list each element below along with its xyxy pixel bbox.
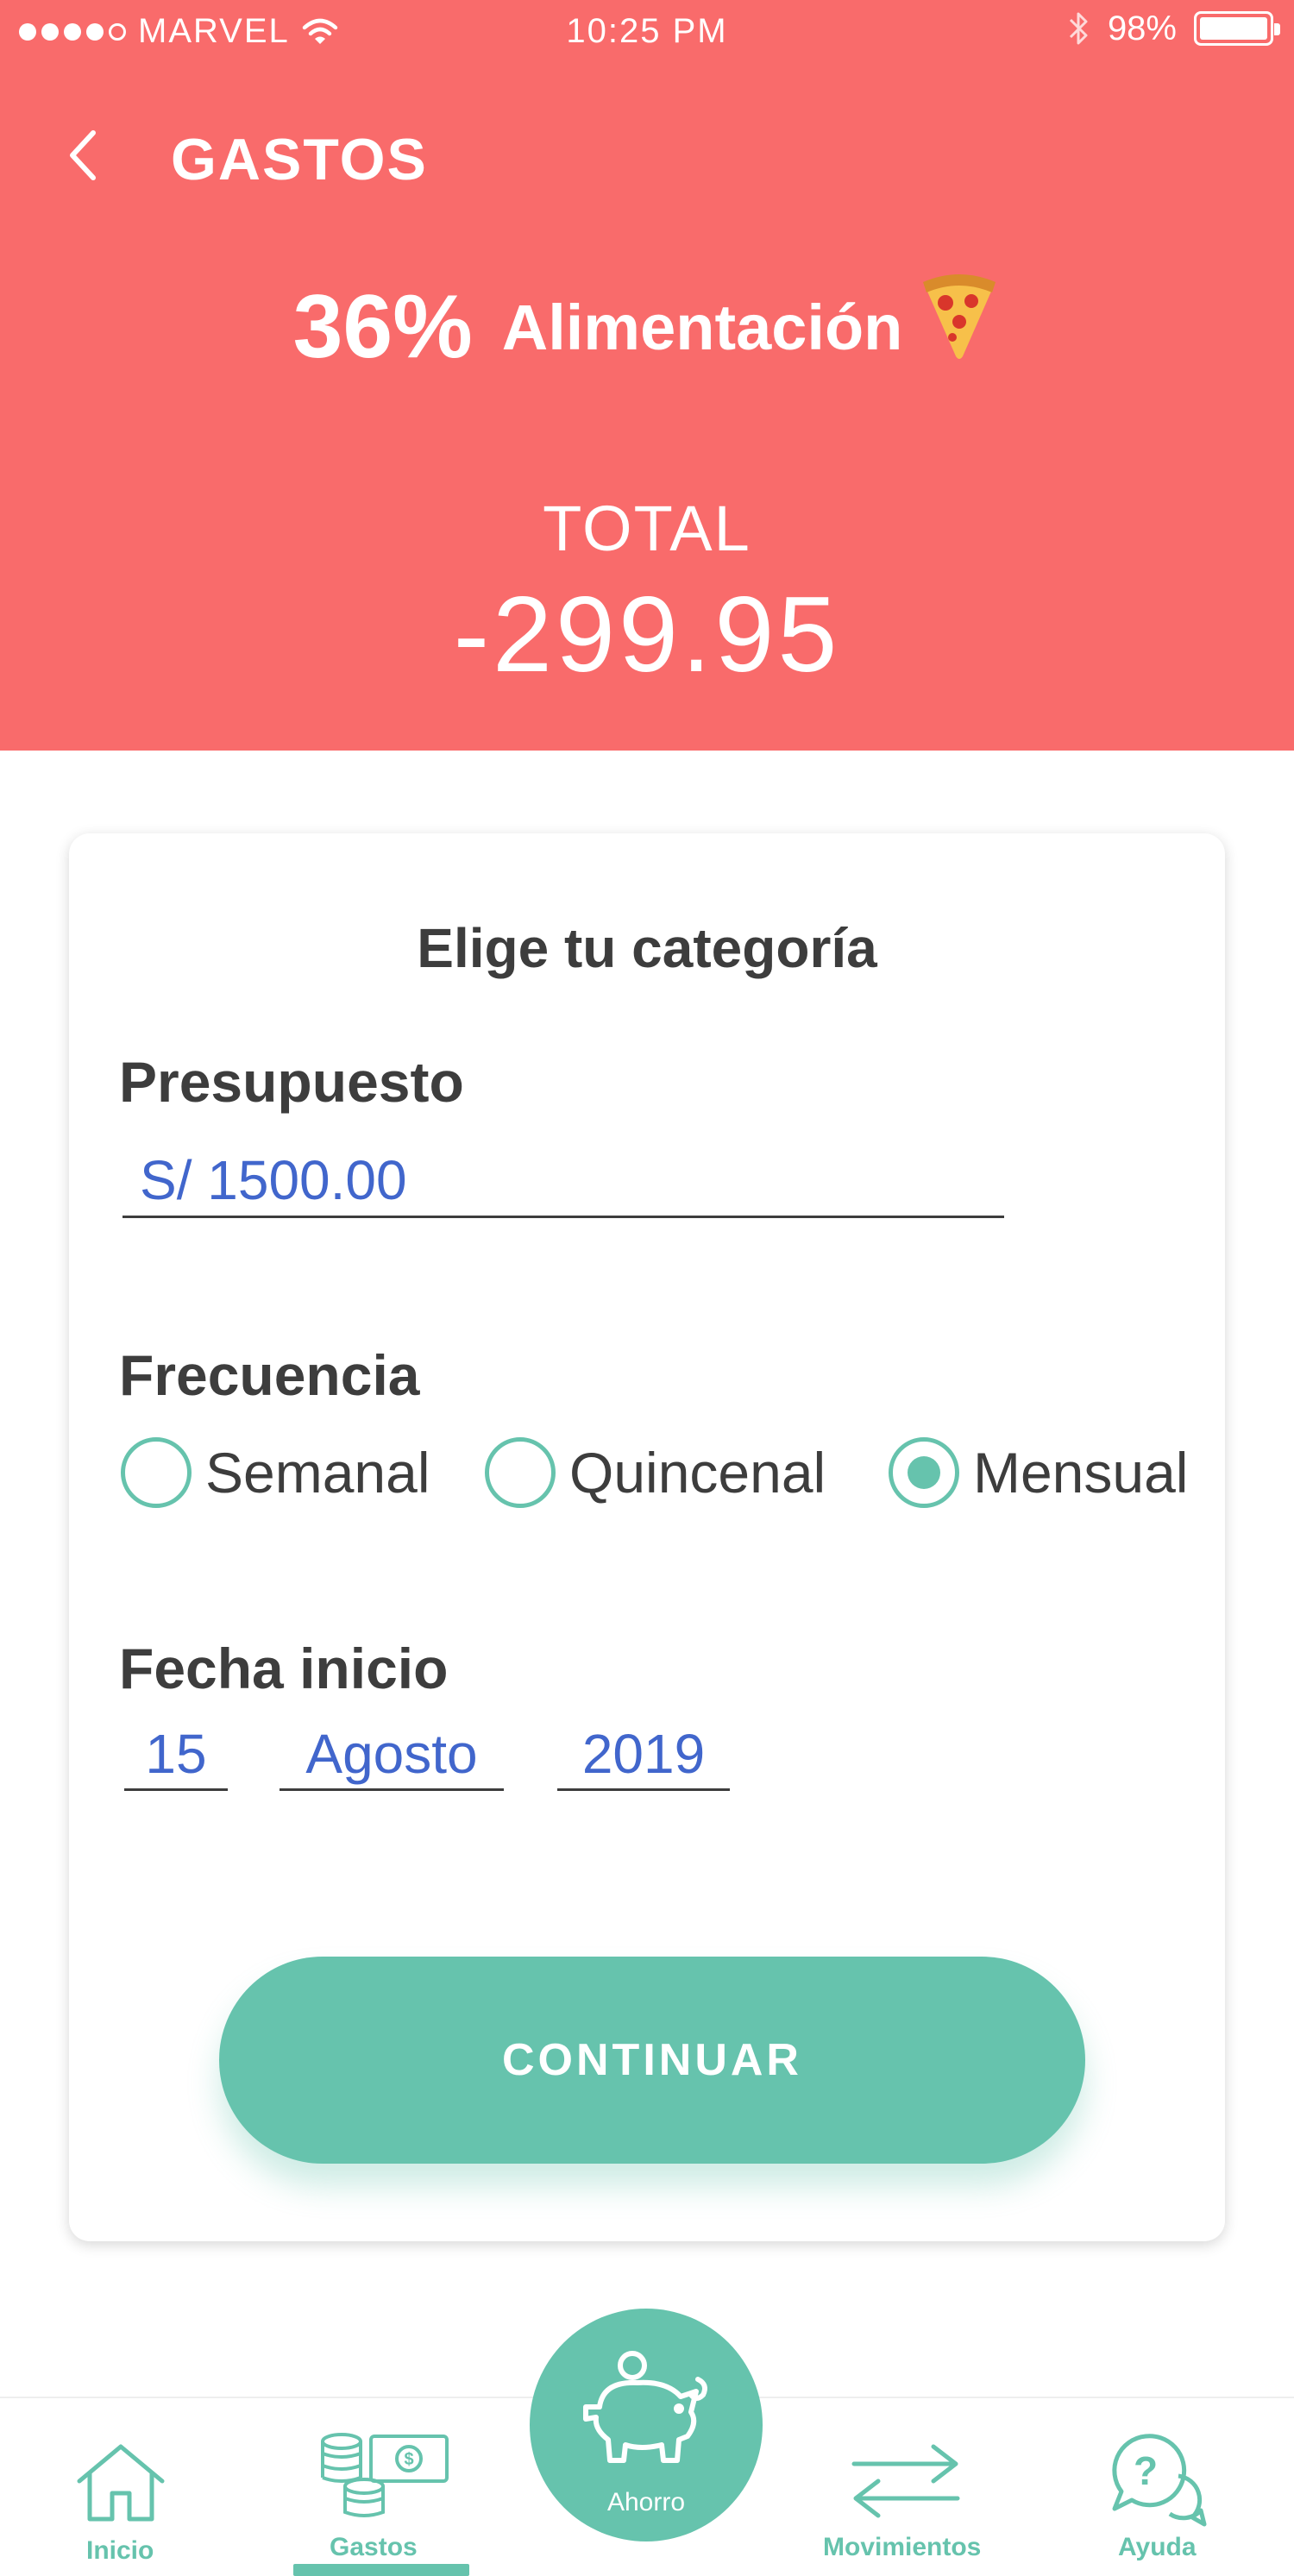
frequency-radio-group: Semanal Quincenal Mensual <box>121 1437 1190 1515</box>
tab-label: Movimientos <box>823 2533 982 2561</box>
status-bar: MARVEL 10:25 PM 98% <box>0 0 1294 69</box>
header: MARVEL 10:25 PM 98% GASTOS 36% Alimentac… <box>0 0 1294 751</box>
form-title: Elige tu categoría <box>417 917 877 979</box>
status-right: 98% <box>1068 9 1280 48</box>
continue-button[interactable]: CONTINUAR <box>219 1957 1085 2164</box>
budget-input[interactable] <box>122 1144 1004 1218</box>
category-summary: 36% Alimentación <box>0 273 1294 379</box>
budget-label: Presupuesto <box>119 1050 464 1114</box>
piggy-bank-icon <box>583 2351 707 2463</box>
start-date-label: Fecha inicio <box>119 1637 449 1700</box>
radio-label: Semanal <box>205 1441 430 1505</box>
category-percent: 36% <box>292 277 473 377</box>
tab-label: Ahorro <box>606 2488 686 2516</box>
radio-circle[interactable] <box>121 1437 192 1508</box>
battery-percent: 98% <box>1107 9 1177 47</box>
category-form-card: Elige tu categoría Presupuesto Frecuenci… <box>69 833 1225 2241</box>
radio-label: Mensual <box>973 1441 1189 1505</box>
radio-semanal[interactable]: Semanal <box>121 1437 430 1508</box>
bluetooth-icon <box>1069 12 1088 45</box>
total-label: TOTAL <box>543 493 751 564</box>
total-amount: -299.95 <box>453 575 841 694</box>
pizza-icon <box>923 273 996 359</box>
tab-label: Ayuda <box>1118 2533 1197 2561</box>
year-field[interactable]: 2019 <box>557 1717 730 1791</box>
back-chevron-icon[interactable] <box>59 121 110 190</box>
tab-ahorro[interactable]: Ahorro <box>530 2309 763 2541</box>
svg-text:?: ? <box>1134 2448 1158 2493</box>
frequency-label: Frecuencia <box>119 1343 420 1407</box>
money-icon: $ <box>321 2433 449 2517</box>
tab-ayuda[interactable]: ? Ayuda <box>1070 2398 1242 2576</box>
category-name: Alimentación <box>501 292 903 363</box>
tab-label: Inicio <box>86 2536 154 2565</box>
radio-quincenal[interactable]: Quincenal <box>485 1437 826 1508</box>
page-title: GASTOS <box>171 127 428 192</box>
home-icon <box>77 2444 165 2522</box>
tab-label: Gastos <box>330 2533 418 2561</box>
day-field[interactable]: 15 <box>124 1717 228 1791</box>
nav-bar: GASTOS <box>0 112 1294 198</box>
tab-gastos[interactable]: $ Gastos <box>293 2398 469 2576</box>
radio-circle-selected[interactable] <box>889 1437 959 1508</box>
help-chat-icon: ? <box>1112 2434 1207 2527</box>
battery-icon <box>1194 11 1280 46</box>
tab-movimientos[interactable]: Movimientos <box>802 2398 1009 2576</box>
svg-text:$: $ <box>404 2450 413 2469</box>
radio-label: Quincenal <box>569 1441 826 1505</box>
radio-mensual[interactable]: Mensual <box>889 1437 1188 1508</box>
active-tab-indicator <box>293 2564 469 2576</box>
month-field[interactable]: Agosto <box>280 1717 504 1791</box>
transfer-arrows-icon <box>851 2444 960 2518</box>
radio-circle[interactable] <box>485 1437 556 1508</box>
tab-inicio[interactable]: Inicio <box>35 2398 207 2576</box>
